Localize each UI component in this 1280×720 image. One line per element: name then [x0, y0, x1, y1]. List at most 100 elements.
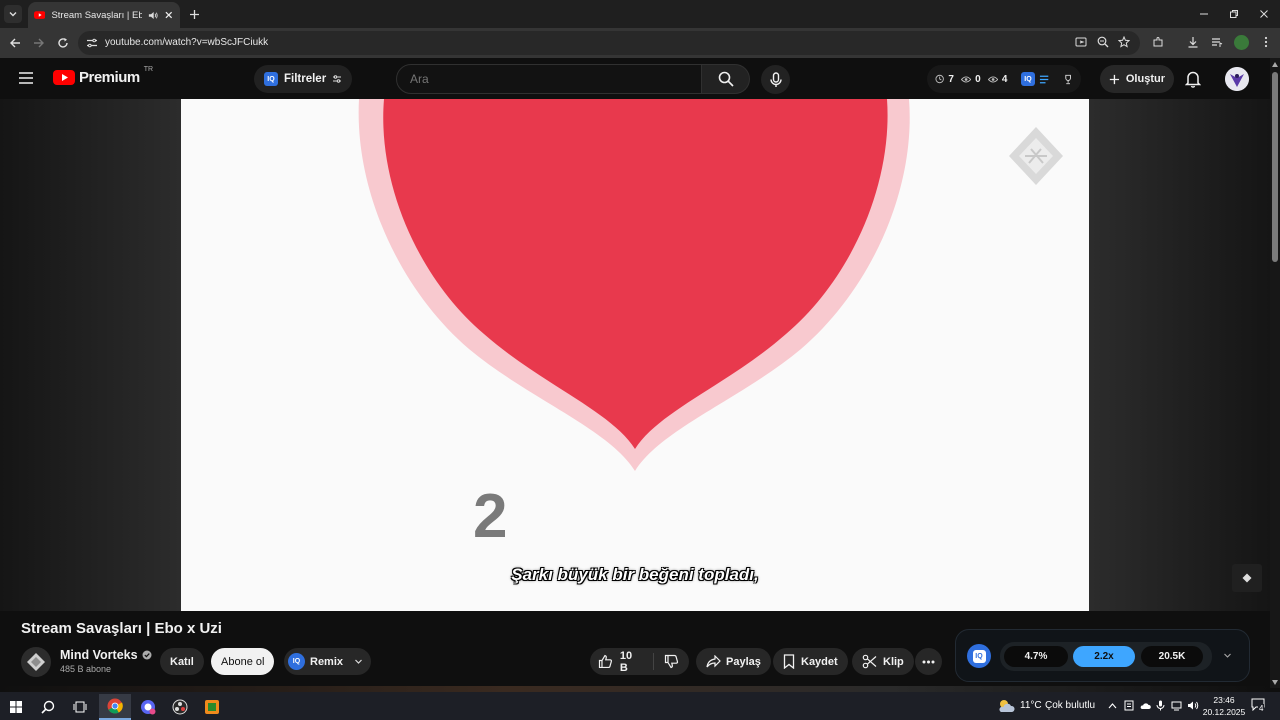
chrome-icon	[107, 698, 123, 714]
channel-logo-icon	[27, 653, 45, 671]
subscribe-label: Abone ol	[221, 655, 265, 668]
scroll-down-icon[interactable]	[1272, 680, 1278, 685]
taskbar-app-4[interactable]	[198, 694, 226, 720]
tab-search-button[interactable]	[4, 5, 22, 23]
browser-tab-active[interactable]: Stream Savaşları | Ebo x Uzi	[28, 2, 180, 28]
channel-name[interactable]: Mind Vorteks	[60, 648, 138, 662]
metric-speed[interactable]: 2.2x	[1073, 646, 1135, 667]
arrow-right-icon	[34, 38, 44, 48]
like-button[interactable]: 10 B	[590, 650, 654, 674]
notifications-bell-icon[interactable]	[1185, 70, 1201, 88]
back-button[interactable]	[7, 35, 23, 51]
more-horiz-icon	[922, 660, 935, 663]
taskbar-app-3[interactable]	[166, 694, 194, 720]
weather-cloud-icon[interactable]	[997, 699, 1015, 713]
filters-button[interactable]: IQ Filtreler	[254, 65, 353, 93]
overlay-toggle-button[interactable]	[1232, 564, 1262, 592]
forward-button[interactable]	[31, 35, 47, 51]
save-button[interactable]: Kaydet	[773, 648, 848, 675]
logo-text: Premium	[79, 69, 140, 86]
address-bar[interactable]: youtube.com/watch?v=wbScJFCiukk	[78, 31, 1140, 55]
extensions-icon[interactable]	[1152, 36, 1164, 48]
profile-avatar[interactable]	[1234, 35, 1249, 50]
subscribe-button[interactable]: Abone ol	[211, 648, 275, 675]
channel-name-row[interactable]: Mind Vorteks	[60, 648, 152, 662]
voice-search-button[interactable]	[761, 65, 790, 94]
channel-watermark-icon[interactable]	[1007, 125, 1065, 187]
search-icon	[718, 71, 734, 87]
remix-label: Remix	[310, 655, 344, 668]
metric-ratio[interactable]: 4.7%	[1004, 646, 1068, 667]
video-player[interactable]: 2 Şarkı büyük bir beğeni topladı,	[0, 99, 1270, 611]
scrollbar-thumb[interactable]	[1272, 72, 1278, 262]
close-window-button[interactable]	[1256, 6, 1272, 22]
join-button[interactable]: Katıl	[160, 648, 204, 675]
taskbar-search-button[interactable]	[34, 694, 62, 720]
bookmark-star-icon[interactable]	[1118, 36, 1130, 48]
chevron-down-icon[interactable]	[1223, 651, 1232, 660]
trophy-icon	[1065, 74, 1071, 84]
queue-icon	[1039, 75, 1048, 83]
new-tab-button[interactable]	[186, 6, 202, 22]
taskbar-app-2[interactable]	[134, 694, 162, 720]
metric-count[interactable]: 20.5K	[1141, 646, 1203, 667]
volume-icon[interactable]	[1187, 700, 1199, 711]
task-view-button[interactable]	[66, 694, 94, 720]
filters-label: Filtreler	[284, 73, 327, 85]
youtube-logo[interactable]: Premium TR	[53, 66, 153, 86]
network-icon[interactable]	[1171, 700, 1182, 711]
dislike-button[interactable]	[654, 654, 689, 669]
verified-icon	[142, 650, 152, 660]
speaker-icon[interactable]	[148, 10, 158, 21]
notification-center-button[interactable]: 4	[1251, 698, 1267, 714]
account-avatar[interactable]	[1225, 67, 1249, 91]
youtube-header: Premium TR IQ Filtreler 7 0 4 IQ Oluştur	[0, 58, 1270, 99]
site-info-icon[interactable]	[86, 37, 98, 49]
close-icon	[1260, 10, 1268, 18]
cast-icon[interactable]	[1075, 36, 1087, 48]
media-control-icon[interactable]	[1211, 36, 1223, 48]
search-button[interactable]	[702, 64, 750, 94]
tray-expand-icon[interactable]	[1108, 702, 1117, 709]
reload-button[interactable]	[55, 35, 71, 51]
more-vert-icon[interactable]	[1260, 36, 1272, 48]
clock-date[interactable]: 20.12.2025	[1201, 707, 1247, 717]
chevron-down-icon	[9, 12, 17, 17]
watch-eye-icon	[987, 75, 998, 83]
scissors-icon	[862, 654, 877, 669]
tray-app-icon[interactable]	[1124, 700, 1134, 711]
remix-button[interactable]: IQ Remix	[284, 648, 372, 675]
start-button[interactable]	[2, 694, 30, 720]
video-frame: 2 Şarkı büyük bir beğeni topladı,	[181, 99, 1089, 611]
more-actions-button[interactable]	[915, 648, 942, 675]
create-button[interactable]: Oluştur	[1100, 65, 1174, 93]
extension-metrics-panel: IQ 4.7% 2.2x 20.5K	[955, 629, 1250, 682]
chevron-down-icon	[355, 659, 362, 664]
clock-time[interactable]: 23:46	[1205, 695, 1243, 705]
iq-logo-button[interactable]: IQ	[967, 644, 991, 668]
cloud-sync-icon[interactable]	[1140, 700, 1151, 711]
extension-stats[interactable]: 7 0 4 IQ	[927, 65, 1081, 93]
zoom-icon[interactable]	[1097, 36, 1109, 48]
download-icon[interactable]	[1187, 36, 1199, 48]
iq-icon: IQ	[264, 72, 278, 86]
weather-desc: Çok bulutlu	[1045, 700, 1096, 711]
join-label: Katıl	[170, 655, 194, 668]
subscriber-count: 485 B abone	[60, 664, 112, 674]
share-button[interactable]: Paylaş	[696, 648, 771, 675]
hamburger-menu-icon[interactable]	[19, 72, 33, 84]
microphone-tray-icon[interactable]	[1156, 700, 1165, 711]
clip-button[interactable]: Klip	[852, 648, 914, 675]
search-input[interactable]	[396, 64, 702, 94]
minimize-button[interactable]	[1196, 6, 1212, 22]
page-scrollbar[interactable]	[1270, 58, 1280, 688]
restore-button[interactable]	[1226, 6, 1242, 22]
taskbar-chrome-app[interactable]	[99, 694, 131, 720]
tab-title: Stream Savaşları | Ebo x Uzi	[51, 9, 142, 21]
thumbs-up-icon	[598, 654, 613, 669]
scroll-up-icon[interactable]	[1272, 62, 1278, 67]
tab-close-icon[interactable]	[164, 10, 174, 20]
restore-icon	[1230, 10, 1238, 18]
channel-avatar[interactable]	[21, 647, 51, 677]
search-icon	[41, 700, 55, 714]
